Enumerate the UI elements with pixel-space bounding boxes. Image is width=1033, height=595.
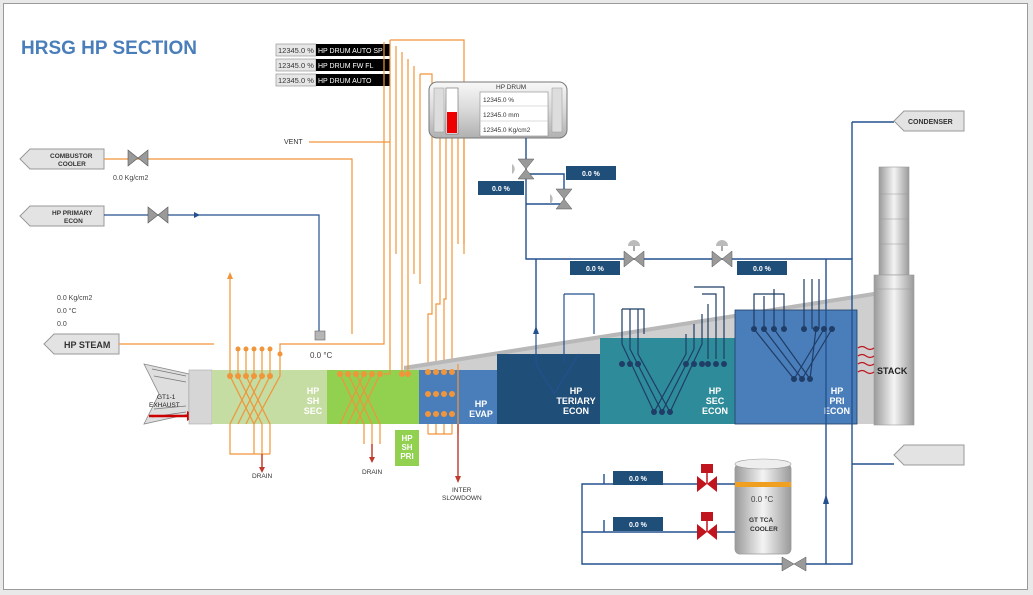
setpoint-label: HP DRUM FW FL [318,63,374,70]
drain-label: DRAIN [252,473,273,480]
control-valve[interactable] [711,240,733,268]
combustor-cooler-pressure: 0.0 Kg/cm2 [113,175,149,182]
valve-readout-value: 0.0 % [629,522,648,529]
feedwater-valve[interactable] [781,556,807,572]
hp-steam-flow: 0.0 [57,321,67,328]
valve-readout-value: 0.0 % [492,186,511,193]
hp-primary-econ-label: HP PRIMARY [52,210,93,217]
hp-primary-econ-valve[interactable] [147,206,169,224]
hp-primary-econ-pipe [104,214,320,334]
gt-tca-cooler-label: GT TCA [749,517,773,524]
inter-blowdown-label: INTER [452,487,472,494]
hp-steam-pressure: 0.0 Kg/cm2 [57,295,93,302]
hp-steam-label: HP STEAM [64,340,110,350]
hp-tertiary-econ-label: HP [570,386,583,396]
sh-temp-sensor[interactable] [314,330,326,341]
hrsg-diagram: HRSG HP SECTION 12345.0 % HP DRUM AUTO S… [19,38,965,572]
hp-drum-label: HP DRUM [496,84,526,91]
setpoint-value: 12345.0 % [278,46,314,55]
hp-tertiary-econ-label: ECON [563,406,589,416]
control-valve[interactable] [512,158,535,180]
setpoint-value: 12345.0 % [278,76,314,85]
combustor-cooler-tag[interactable]: COMBUSTOR COOLER [19,148,105,170]
combustor-cooler-valve[interactable] [127,149,149,167]
tca-valve-1[interactable] [697,464,717,492]
condenser-tag[interactable]: CONDENSER [893,110,965,132]
hp-sh-pri-section[interactable] [327,370,419,424]
drum-setpoint-panel: 12345.0 % HP DRUM AUTO SP 12345.0 % HP D… [275,43,390,87]
hp-drum-level: 12345.0 % [483,97,514,104]
gt-exhaust: GT1-1 EXHAUST [143,363,196,425]
hp-steam-temp: 0.0 °C [57,307,77,315]
combustor-cooler-label-2: COOLER [58,161,86,168]
gt-tca-cooler-label-2: COOLER [750,526,778,533]
sh-temp-readout: 0.0 °C [310,351,333,360]
hp-drum[interactable]: HP DRUM 12345.0 % 12345.0 mm 12345.0 Kg/… [428,81,568,139]
hp-sh-sec-label: SEC [304,406,323,416]
hp-primary-econ-tag[interactable]: HP PRIMARY ECON [19,205,105,227]
hp-boiler-feedwater-tag[interactable] [893,444,965,466]
control-valve[interactable] [623,240,645,268]
hp-primary-econ-label-2: ECON [64,218,83,225]
hp-pri-econ-label: HP [831,386,844,396]
combustor-cooler-label: COMBUSTOR [50,153,93,160]
sh-pri-coils [339,249,409,460]
valve-readout-value: 0.0 % [629,476,648,483]
hp-sec-econ-label: SEC [706,396,725,406]
valve-readout-value: 0.0 % [586,266,605,273]
setpoint-label: HP DRUM AUTO [318,78,372,85]
hp-sec-econ-label: HP [709,386,722,396]
gt-tca-cooler[interactable]: 0.0 °C GT TCA COOLER [734,458,792,555]
hp-drum-height: 12345.0 mm [483,112,519,119]
drain-label: DRAIN [362,469,383,476]
hp-pri-econ-label: PRI [829,396,844,406]
setpoint-label: HP DRUM AUTO SP [318,48,383,55]
valve-readout-value: 0.0 % [753,266,772,273]
hp-sec-econ-label: ECON [702,406,728,416]
hp-sh-pri-label: PRI [400,452,413,461]
hp-evap-label: HP [475,399,488,409]
hp-sh-sec-label: HP [307,386,320,396]
control-valve[interactable] [550,188,573,210]
duct-inlet [188,369,213,425]
hp-steam-tag[interactable]: HP STEAM [43,333,120,355]
exhaust-label: GT1-1 [157,394,176,401]
hp-sh-sec-label: SH [307,396,320,406]
flow-arrow [194,212,200,218]
hp-sh-pri-label: HP [401,434,413,443]
hp-sh-pri-label: SH [401,443,412,452]
hp-evap-label: EVAP [469,409,493,419]
stack[interactable]: STACK [873,166,915,426]
drum-level-bar [447,112,457,133]
hp-drum-pressure: 12345.0 Kg/cm2 [483,127,531,134]
page-title: HRSG HP SECTION [21,38,197,59]
exhaust-label-2: EXHAUST [149,402,180,409]
stack-label: STACK [877,366,908,376]
inter-blowdown-label-2: SLOWDOWN [442,495,482,502]
combustor-cooler-pipe [104,158,353,334]
gt-tca-cooler-temp: 0.0 °C [751,495,774,504]
hp-pri-econ-label: ECON [824,406,850,416]
condenser-label: CONDENSER [908,119,953,126]
valve-readout-value: 0.0 % [582,171,601,178]
setpoint-value: 12345.0 % [278,61,314,70]
hmi-frame: HRSG HP SECTION 12345.0 % HP DRUM AUTO S… [3,3,1028,590]
tca-valve-2[interactable] [697,512,717,540]
hp-tertiary-econ-label: TERIARY [556,396,595,406]
vent-label: VENT [284,139,303,146]
